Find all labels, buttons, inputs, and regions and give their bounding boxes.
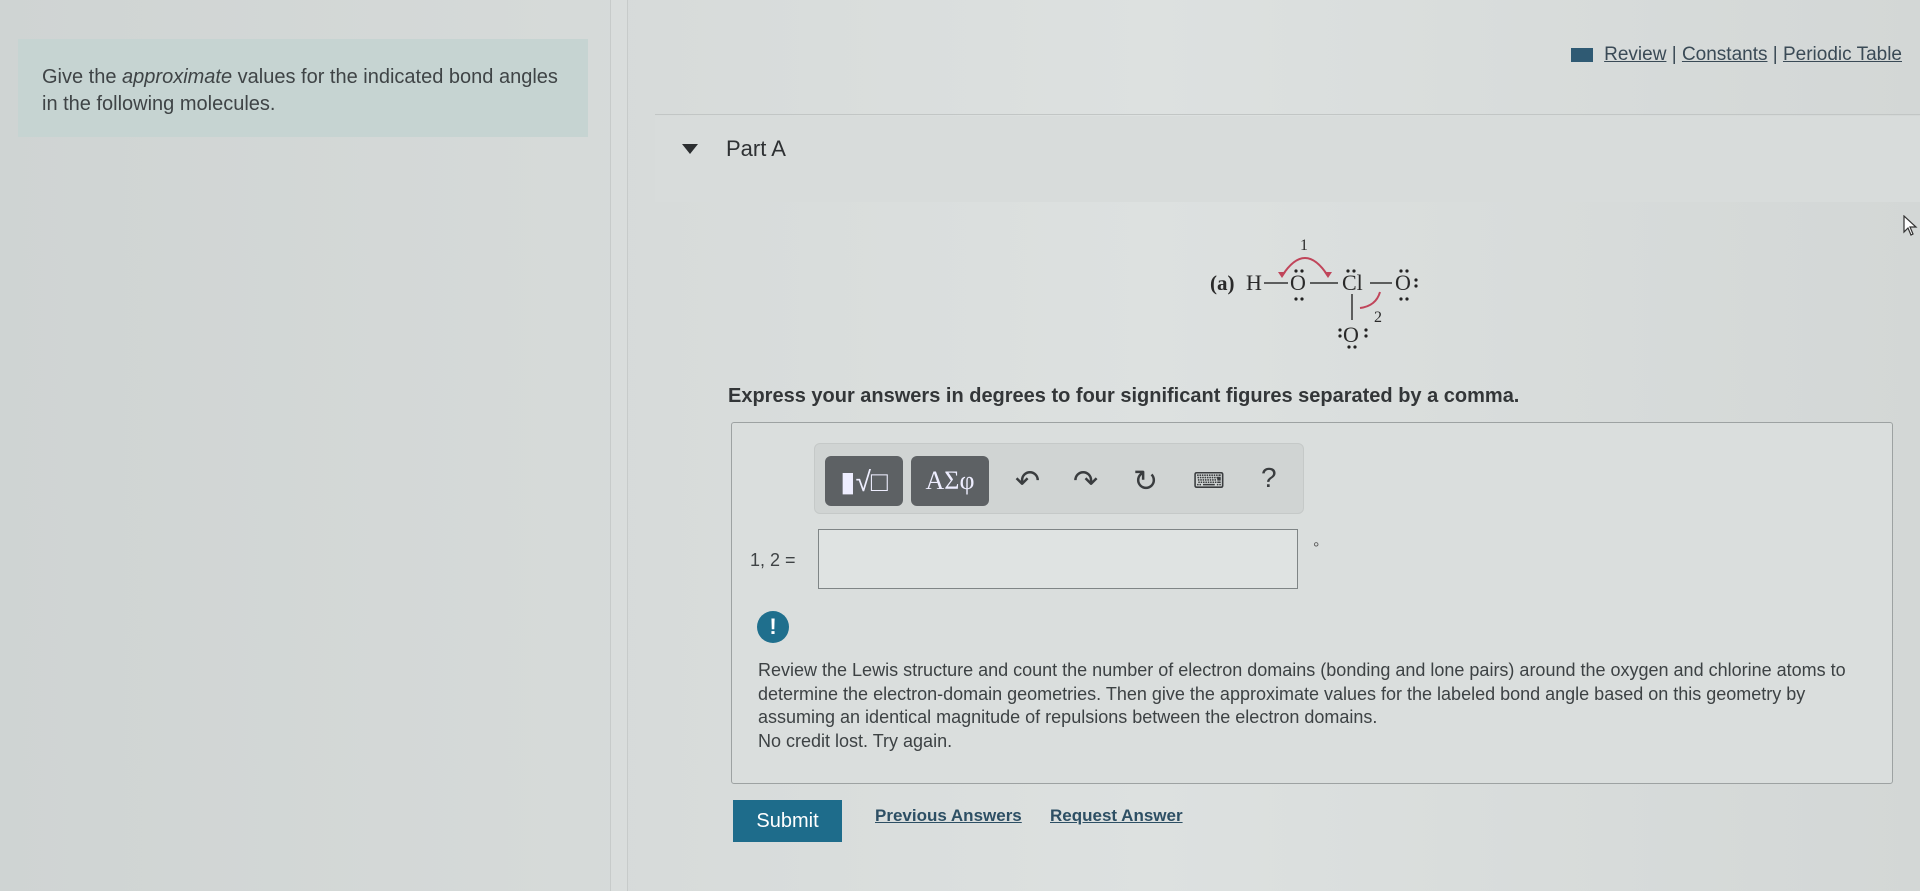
keyboard-icon[interactable]: ⌨ — [1193, 468, 1225, 494]
greek-letters-icon: ΑΣφ — [925, 466, 975, 495]
reset-icon[interactable]: ↻ — [1133, 464, 1158, 499]
molecule-label: (a) — [1210, 271, 1235, 295]
arrow-head — [1324, 272, 1332, 278]
help-icon[interactable]: ? — [1261, 462, 1277, 494]
templates-button[interactable]: ▮√□ — [825, 456, 903, 506]
angle-label-2: 2 — [1374, 309, 1382, 326]
lewis-structure: (a) H O Cl O O 1 2 — [1210, 237, 1418, 349]
periodic-table-link[interactable]: Periodic Table — [1783, 44, 1902, 65]
mouse-cursor-icon — [1903, 215, 1918, 236]
panel-divider — [610, 0, 628, 891]
atom-o-bottom: O — [1343, 322, 1359, 347]
atom-o: O — [1290, 270, 1306, 295]
header-links: Review | Constants | Periodic Table — [1570, 44, 1902, 66]
feedback-message: Review the Lewis structure and count the… — [758, 659, 1868, 753]
degree-unit: ° — [1313, 540, 1320, 557]
feedback-text: Review the Lewis structure and count the… — [758, 660, 1846, 727]
separator: | — [1671, 44, 1677, 65]
undo-icon[interactable]: ↶ — [1015, 464, 1040, 499]
feedback-status: No credit lost. Try again. — [758, 730, 953, 751]
greek-letters-button[interactable]: ΑΣφ — [911, 456, 989, 506]
redo-icon[interactable]: ↷ — [1073, 464, 1098, 499]
arrow-head — [1278, 272, 1286, 278]
separator: | — [1772, 44, 1778, 65]
previous-answers-link[interactable]: Previous Answers — [875, 806, 1022, 826]
templates-icon: ▮√□ — [840, 465, 888, 497]
part-title: Part A — [726, 136, 786, 161]
book-icon — [1570, 47, 1593, 62]
constants-link[interactable]: Constants — [1682, 44, 1768, 65]
review-link[interactable]: Review — [1604, 44, 1666, 65]
warning-icon: ! — [757, 611, 789, 643]
problem-intro: Give the approximate values for the indi… — [42, 64, 562, 118]
atom-h: H — [1246, 270, 1262, 295]
answer-instructions: Express your answers in degrees to four … — [728, 385, 1520, 407]
answer-input[interactable] — [818, 529, 1298, 589]
math-toolbar: ▮√□ ΑΣφ ↶ ↷ ↻ ⌨ ? — [814, 443, 1304, 514]
header-divider — [655, 114, 1920, 115]
submit-button[interactable]: Submit — [733, 800, 842, 842]
angle-2-arrow — [1359, 291, 1381, 309]
intro-text: Give the — [42, 66, 123, 88]
answer-label: 1, 2 = — [750, 550, 796, 570]
request-answer-link[interactable]: Request Answer — [1050, 806, 1183, 826]
collapse-caret-icon[interactable] — [682, 144, 698, 154]
intro-emphasis: approximate — [122, 66, 233, 88]
angle-label-1: 1 — [1300, 237, 1308, 254]
atom-o-right: O — [1395, 270, 1411, 295]
part-header[interactable] — [655, 116, 1920, 202]
atom-cl: Cl — [1342, 270, 1363, 295]
